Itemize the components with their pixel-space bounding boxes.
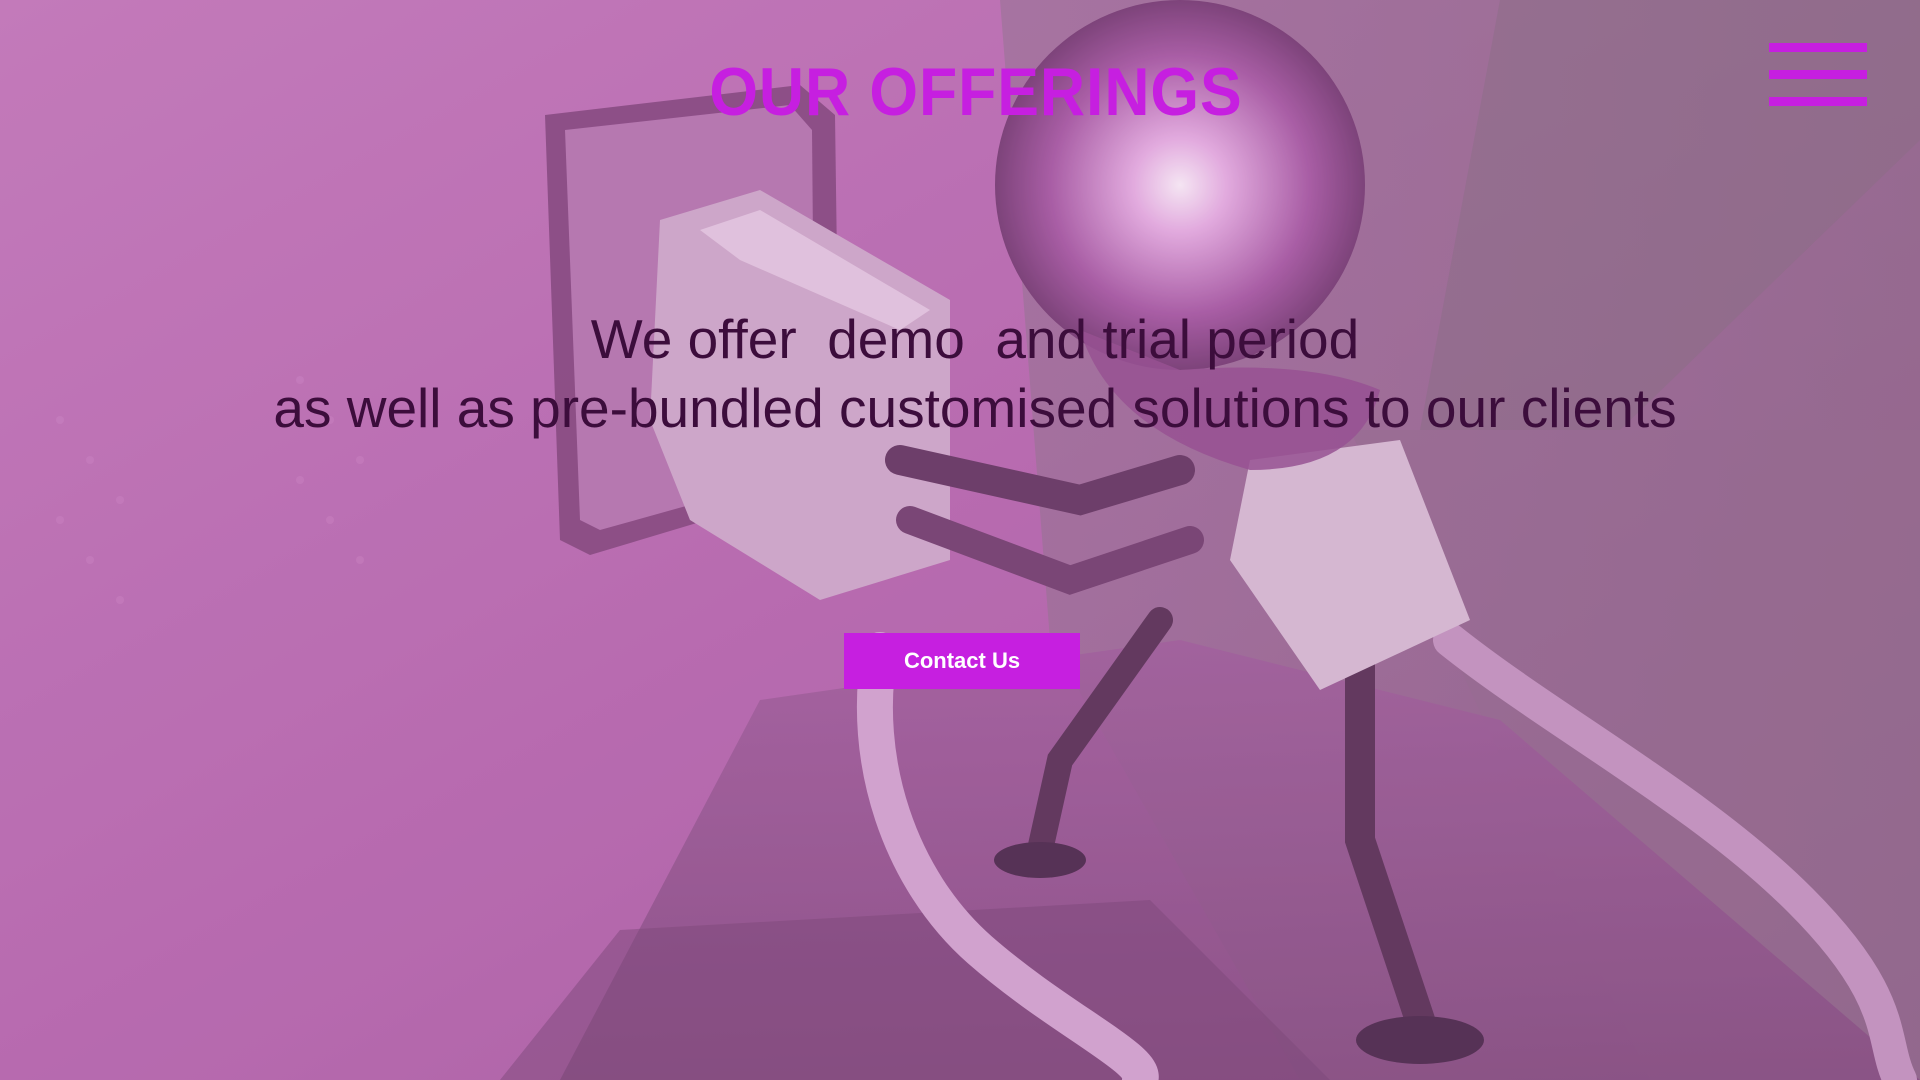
- tagline-line-2: as well as pre-bundled customised soluti…: [273, 377, 1677, 439]
- menu-bar-top: [1769, 43, 1867, 52]
- contact-us-button[interactable]: Contact Us: [844, 633, 1080, 689]
- tagline-line-1: We offer demo and trial period: [590, 308, 1360, 370]
- page: OUR OFFERINGS We offer demo and trial pe…: [0, 0, 1920, 1080]
- page-title: OUR OFFERINGS: [709, 54, 1243, 130]
- lightbulb-robot-background-image: [0, 0, 1920, 1080]
